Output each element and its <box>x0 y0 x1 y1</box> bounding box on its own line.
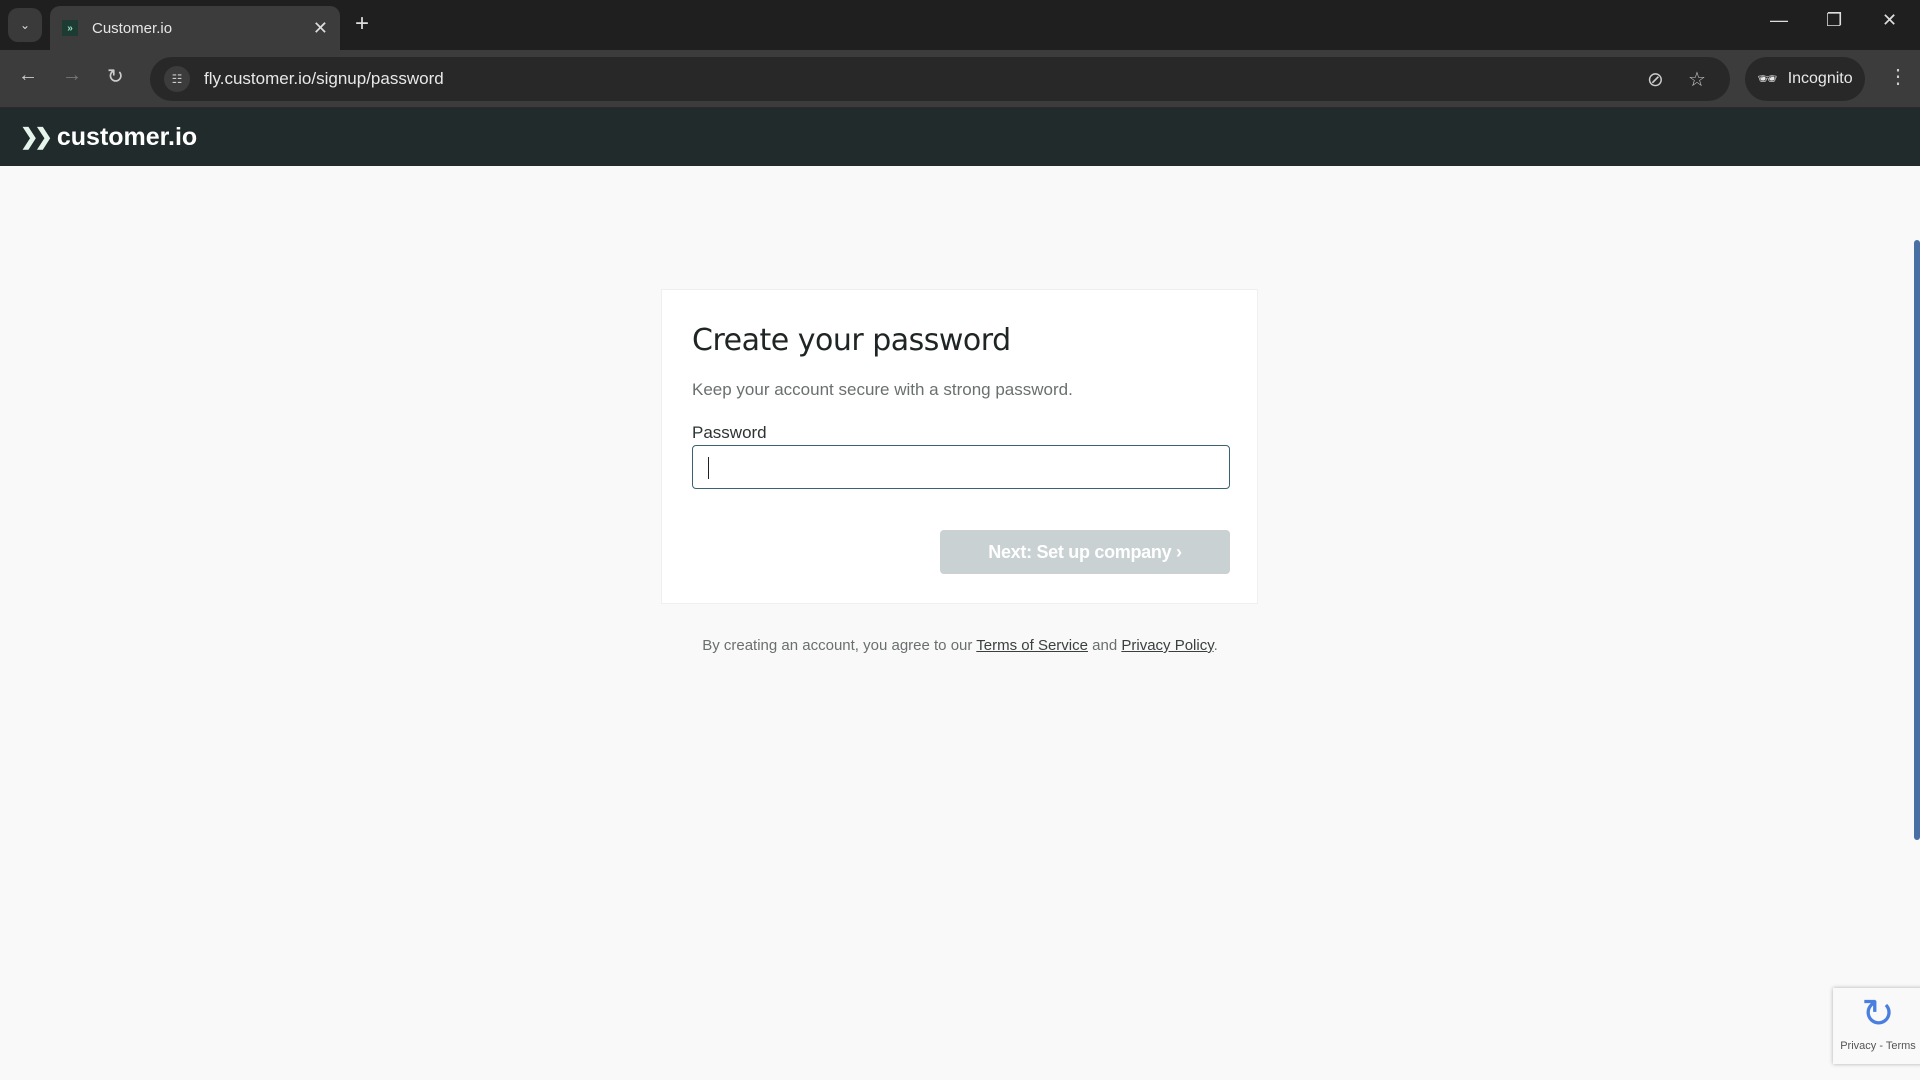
restore-icon[interactable]: ❐ <box>1826 10 1842 31</box>
next-setup-company-button[interactable]: Next: Set up company › <box>940 530 1230 574</box>
privacy-policy-link[interactable]: Privacy Policy <box>1121 637 1213 654</box>
terms-of-service-link[interactable]: Terms of Service <box>976 637 1088 654</box>
reload-icon[interactable]: ↻ <box>107 64 124 89</box>
tab-search-button[interactable]: ⌄ <box>8 8 42 42</box>
terms-prefix: By creating an account, you agree to our <box>702 637 973 654</box>
site-info-icon[interactable]: ☷ <box>164 66 190 92</box>
recaptcha-badge[interactable]: ↻ Privacy - Terms <box>1833 988 1920 1064</box>
more-menu-icon[interactable]: ⋮ <box>1888 64 1908 89</box>
password-card: Create your password Keep your account s… <box>661 289 1258 604</box>
minimize-icon[interactable]: — <box>1770 10 1788 31</box>
password-label: Password <box>692 423 767 442</box>
incognito-icon: 🕶 <box>1757 71 1778 88</box>
password-input[interactable] <box>692 445 1230 489</box>
forward-icon[interactable]: → <box>62 64 82 87</box>
incognito-badge[interactable]: 🕶 Incognito <box>1745 57 1865 101</box>
address-bar[interactable]: ☷ fly.customer.io/signup/password ⊘ ☆ <box>150 57 1730 101</box>
tab-title: Customer.io <box>92 19 173 37</box>
subtitle: Keep your account secure with a strong p… <box>692 380 1073 399</box>
page-title: Create your password <box>692 323 1011 358</box>
new-tab-button[interactable]: + <box>355 10 369 38</box>
incognito-label: Incognito <box>1787 70 1853 87</box>
app-header: ❯❯ customer.io <box>0 108 1920 166</box>
scrollbar[interactable] <box>1914 240 1920 840</box>
chevron-right-icon: › <box>1176 541 1182 562</box>
recaptcha-links[interactable]: Privacy - Terms <box>1833 1040 1920 1052</box>
browser-tab[interactable]: » Customer.io ✕ <box>50 6 340 50</box>
text-caret <box>708 457 709 479</box>
close-window-icon[interactable]: ✕ <box>1882 10 1897 31</box>
star-icon[interactable]: ☆ <box>1688 67 1706 92</box>
terms-suffix: . <box>1213 637 1218 654</box>
terms-notice: By creating an account, you agree to our… <box>0 637 1920 654</box>
logo-text[interactable]: customer.io <box>57 123 197 152</box>
url-text: fly.customer.io/signup/password <box>204 69 444 88</box>
recaptcha-icon: ↻ <box>1861 992 1895 1036</box>
favicon-icon: » <box>62 20 78 36</box>
terms-and: and <box>1092 637 1118 654</box>
logo-icon: ❯❯ <box>20 124 53 149</box>
back-icon[interactable]: ← <box>18 64 38 87</box>
next-button-label: Next: Set up company <box>988 541 1172 562</box>
browser-toolbar: ← → ↻ ☷ fly.customer.io/signup/password … <box>0 50 1920 108</box>
close-tab-icon[interactable]: ✕ <box>313 18 328 39</box>
browser-tab-bar: ⌄ » Customer.io ✕ + — ❐ ✕ <box>0 0 1920 50</box>
eye-off-icon[interactable]: ⊘ <box>1647 67 1664 92</box>
